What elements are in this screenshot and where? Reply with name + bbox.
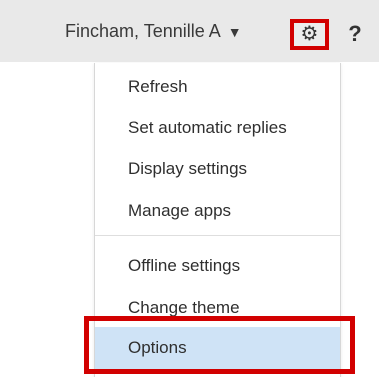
menu-item-display-settings[interactable]: Display settings (95, 149, 340, 189)
menu-item-change-theme[interactable]: Change theme (95, 288, 340, 328)
caret-down-icon: ▼ (227, 23, 242, 40)
settings-dropdown-menu: Refresh Set automatic replies Display se… (94, 63, 341, 377)
menu-item-manage-apps[interactable]: Manage apps (95, 191, 340, 231)
menu-item-refresh[interactable]: Refresh (95, 67, 340, 107)
user-name: Fincham, Tennille A (65, 21, 221, 41)
menu-item-label: Display settings (128, 159, 248, 178)
menu-item-label: Change theme (128, 298, 240, 317)
menu-item-offline-settings[interactable]: Offline settings (95, 246, 340, 286)
gear-icon: ⚙ (300, 22, 319, 45)
menu-item-label: Options (128, 338, 187, 357)
user-menu-button[interactable]: Fincham, Tennille A ▼ (65, 15, 242, 48)
help-icon: ? (348, 21, 362, 46)
menu-item-label: Set automatic replies (128, 118, 287, 137)
menu-item-label: Offline settings (128, 256, 241, 275)
settings-button[interactable]: ⚙ (290, 19, 329, 50)
help-button[interactable]: ? (342, 18, 368, 50)
menu-item-label: Manage apps (128, 201, 232, 220)
menu-item-options[interactable]: Options (95, 325, 340, 371)
menu-item-set-automatic-replies[interactable]: Set automatic replies (95, 108, 340, 148)
menu-divider (95, 235, 340, 236)
menu-item-label: Refresh (128, 77, 188, 96)
